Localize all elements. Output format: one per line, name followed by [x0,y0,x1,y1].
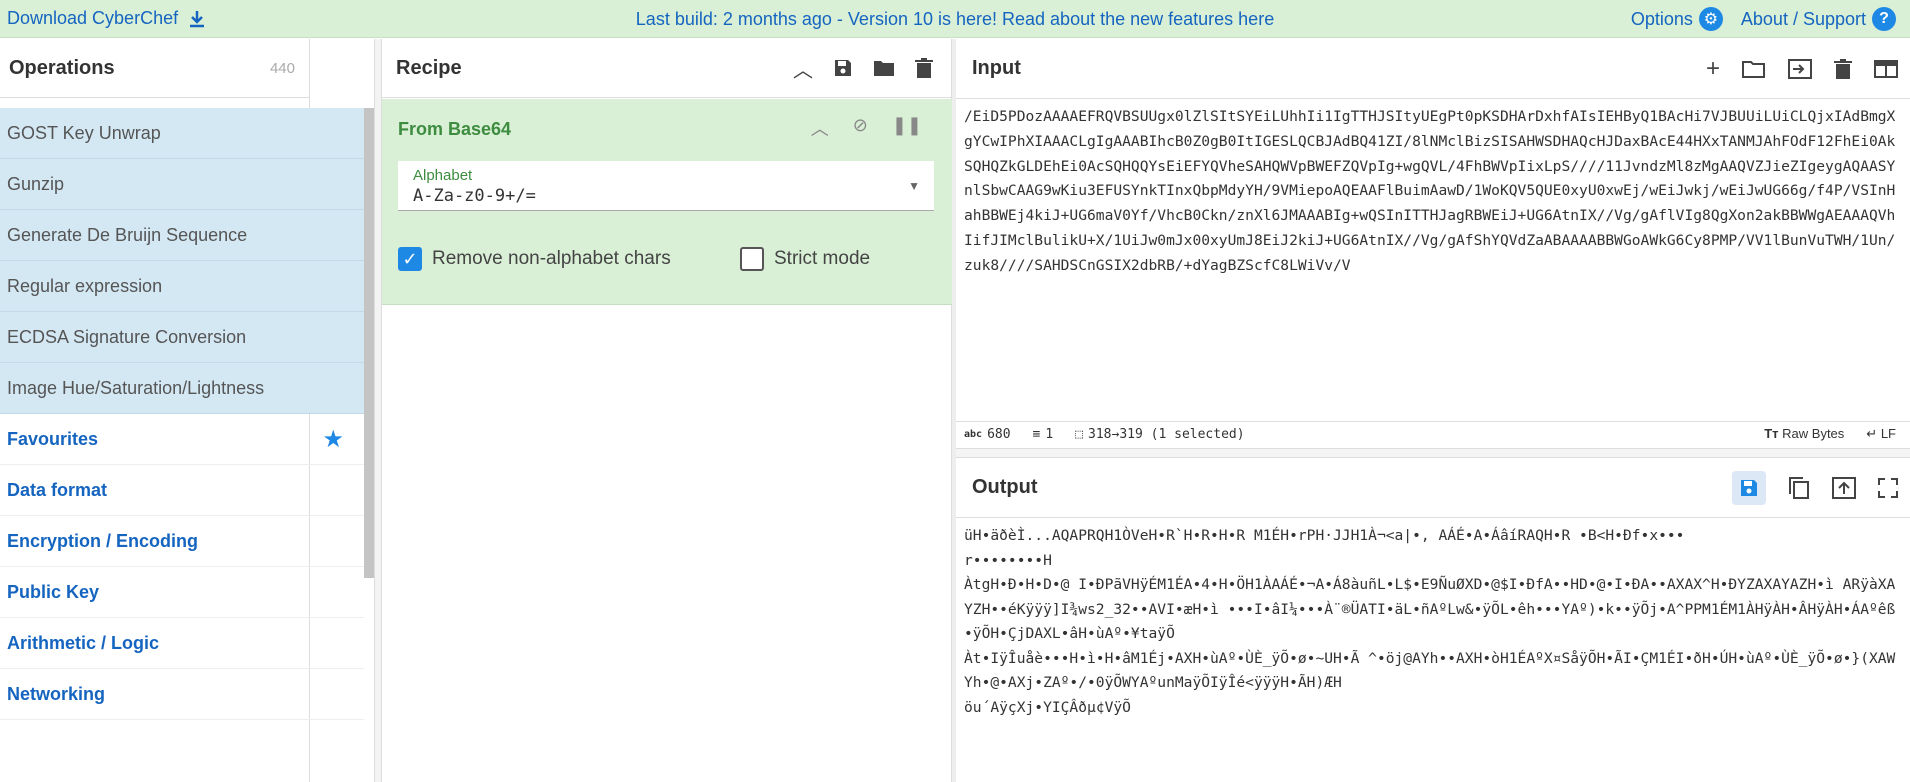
checkbox-unchecked-icon[interactable] [740,247,764,271]
maximise-icon[interactable] [1878,477,1898,498]
gear-icon[interactable]: ⚙ [1698,7,1723,31]
open-folder-icon[interactable] [1742,59,1766,79]
category-label: Data format [7,479,108,500]
op-label: GOST Key Unwrap [7,122,161,143]
disable-icon[interactable]: ⊘ [853,115,868,141]
caret-down-icon[interactable]: ▼ [908,179,920,193]
category-data-format[interactable]: Data format [0,465,364,516]
folder-icon[interactable] [873,58,895,78]
op-gunzip[interactable]: Gunzip [0,159,364,210]
star-icon: ★ [322,425,344,453]
selection-info: 318→319 (1 selected) [1088,427,1245,442]
help-icon[interactable]: ? [1872,7,1896,31]
recipe-title: Recipe [396,56,462,79]
category-label: Public Key [7,581,100,602]
output-panel: Output üH•äðèÌ...AQAPRQH1ÒVeH•R`H•R•H•R … [956,458,1910,782]
input-textarea[interactable]: /EiD5PDozAAAAEFRQVBSUUgx0lZlSItSYEiLUhhI… [964,105,1904,279]
add-tab-icon[interactable]: + [1706,55,1720,83]
selection-icon: ⬚ [1075,427,1084,442]
op-label: ECDSA Signature Conversion [7,326,247,347]
return-icon: ↵ [1866,426,1878,441]
raw-bytes-toggle[interactable]: Tт Raw Bytes [1764,426,1844,442]
raw-bytes-label: Raw Bytes [1782,426,1845,441]
op-label: Regular expression [7,275,163,296]
eol-toggle[interactable]: ↵ LF [1866,426,1896,442]
open-file-icon[interactable] [1788,58,1812,79]
operations-scrollbar[interactable] [364,108,374,578]
op-label: Generate De Bruijn Sequence [7,224,248,245]
announcement-link[interactable]: Last build: 2 months ago - Version 10 is… [636,9,1274,29]
options-label[interactable]: Options [1631,9,1693,30]
download-icon[interactable] [188,10,206,28]
copy-icon[interactable] [1788,476,1810,500]
download-label[interactable]: Download CyberChef [7,8,178,29]
category-label: Networking [7,683,106,704]
op-image-hue-saturation[interactable]: Image Hue/Saturation/Lightness [0,363,364,414]
category-label: Favourites [7,428,99,449]
options-button[interactable]: Options ⚙ [1631,7,1723,31]
category-networking[interactable]: Networking [0,669,364,720]
trash-icon[interactable] [915,58,933,78]
category-label: Arithmetic / Logic [7,632,160,653]
output-textarea[interactable]: üH•äðèÌ...AQAPRQH1ÒVeH•R`H•R•H•R M1ÉH•rP… [964,524,1904,720]
save-icon[interactable] [833,58,853,78]
download-link[interactable]: Download CyberChef [7,8,206,29]
operations-title: Operations [9,56,115,79]
op-regular-expression[interactable]: Regular expression [0,261,364,312]
category-label: Encryption / Encoding [7,530,199,551]
lines-icon: ≡ [1032,427,1041,442]
op-generate-de-bruijn[interactable]: Generate De Bruijn Sequence [0,210,364,261]
recipe-operation-from-base64[interactable]: From Base64 ︿ ⊘ ❚❚ Alphabet A-Za-z0-9+/=… [382,99,952,305]
chevron-up-icon[interactable]: ︿ [793,54,813,83]
output-title: Output [972,476,1038,498]
operations-count: 440 [269,59,295,77]
save-output-icon[interactable] [1732,470,1766,505]
pause-icon[interactable]: ❚❚ [892,115,922,141]
input-title: Input [972,57,1021,79]
input-status-bar: abc 680 ≡ 1 ⬚ 318→319 (1 selected) Tт Raw B… [956,421,1910,447]
op-label: Gunzip [7,173,65,194]
io-resizer[interactable] [956,448,1910,458]
category-encryption-encoding[interactable]: Encryption / Encoding [0,516,364,567]
line-count: 1 [1045,427,1054,442]
abc-icon: abc [964,429,983,440]
about-label[interactable]: About / Support [1741,9,1866,30]
remove-nonalpha-label: Remove non-alphabet chars [432,248,671,269]
layout-icon[interactable] [1874,59,1898,79]
trash-icon[interactable] [1834,58,1852,79]
input-panel: Input + /EiD5PDozAAAAEFRQVBSUUgx0lZlSItS… [956,39,1910,448]
top-banner: Download CyberChef Last build: 2 months … [0,0,1910,38]
alphabet-select[interactable]: Alphabet A-Za-z0-9+/= ▼ [398,161,934,211]
alphabet-value[interactable]: A-Za-z0-9+/= [413,186,536,206]
about-button[interactable]: About / Support ? [1741,7,1896,31]
text-format-icon: Tт [1764,426,1779,441]
alphabet-label: Alphabet [413,167,473,184]
operation-name: From Base64 [398,119,512,139]
op-ecdsa-signature-conversion[interactable]: ECDSA Signature Conversion [0,312,364,363]
strict-mode-checkbox[interactable]: Strict mode [740,247,870,271]
category-public-key[interactable]: Public Key [0,567,364,618]
operations-list: GOST Key Unwrap Gunzip Generate De Bruij… [0,108,364,720]
checkbox-checked-icon[interactable]: ✓ [398,247,422,271]
char-count: 680 [987,427,1011,442]
category-arithmetic-logic[interactable]: Arithmetic / Logic [0,618,364,669]
panel-resizer[interactable] [374,39,382,782]
category-favourites[interactable]: Favourites ★ [0,414,364,465]
recipe-panel: Recipe ︿ From Base64 ︿ ⊘ ❚❚ Alphabet A-Z… [382,39,952,782]
strict-mode-label: Strict mode [774,248,871,269]
chevron-up-icon[interactable]: ︿ [811,115,829,141]
op-gost-key-unwrap[interactable]: GOST Key Unwrap [0,108,364,159]
remove-nonalpha-checkbox[interactable]: ✓ Remove non-alphabet chars [398,247,671,271]
op-label: Image Hue/Saturation/Lightness [7,377,265,398]
eol-label: LF [1880,426,1896,441]
replace-input-icon[interactable] [1832,476,1856,499]
